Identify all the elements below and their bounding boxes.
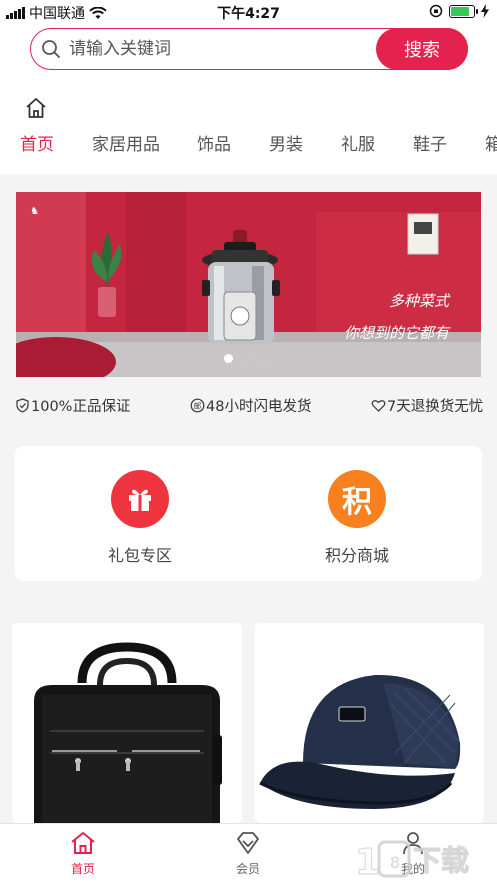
search-button[interactable]: 搜索	[376, 27, 468, 70]
banner-slogan-1: 多种菜式	[388, 292, 449, 310]
guarantee-shipping: 邮 48小时闪电发货	[190, 395, 311, 416]
product-card[interactable]	[12, 623, 242, 823]
tab-shoes[interactable]: 鞋子	[413, 130, 447, 154]
banner-dot[interactable]	[224, 354, 233, 363]
banner-slogan-2: 你想到的它都有	[343, 324, 449, 342]
tabbar-member[interactable]: 会员	[208, 830, 288, 877]
diamond-icon	[237, 832, 259, 854]
header: 搜索 首页 家居用品 饰品 男装 礼服 鞋子 箱	[0, 24, 497, 174]
guarantee-label: 7天退换货无忧	[387, 399, 484, 415]
points-mall-entry[interactable]: 积 积分商城	[287, 470, 427, 566]
status-right	[429, 4, 489, 18]
status-bar: 中国联通 下午4:27	[0, 0, 497, 24]
svg-text:1: 1	[355, 842, 380, 882]
search-bar: 搜索	[30, 27, 468, 70]
banner-dot[interactable]	[260, 354, 269, 363]
tab-menswear[interactable]: 男装	[269, 130, 303, 154]
tab-bags[interactable]: 箱	[485, 130, 497, 154]
tab-home[interactable]: 首页	[20, 130, 54, 154]
tab-household[interactable]: 家居用品	[92, 130, 160, 154]
product-image-briefcase	[12, 623, 242, 823]
tab-formalwear[interactable]: 礼服	[341, 130, 375, 154]
gift-pack-entry[interactable]: 礼包专区	[70, 470, 210, 566]
guarantee-label: 100%正品保证	[31, 399, 131, 415]
search-input[interactable]	[69, 35, 369, 63]
gift-pack-label: 礼包专区	[107, 546, 172, 565]
svg-text:邮: 邮	[194, 400, 202, 410]
guarantee-returns: 7天退换货无忧	[371, 395, 483, 416]
banner-pagination	[224, 354, 269, 363]
mail-badge-icon: 邮	[190, 398, 205, 413]
product-image-cap	[255, 623, 484, 823]
category-tabs: 首页 家居用品 饰品 男装 礼服 鞋子 箱	[0, 130, 497, 154]
banner-dot[interactable]	[242, 354, 251, 363]
shield-check-icon	[16, 398, 29, 413]
battery-icon	[449, 4, 478, 18]
guarantee-authentic: 100%正品保证	[15, 395, 130, 416]
tab-accessories[interactable]: 饰品	[197, 130, 231, 154]
guarantee-label: 48小时闪电发货	[206, 399, 312, 415]
status-time: 下午4:27	[217, 6, 280, 22]
promo-banner[interactable]: ♞ 多种菜式 你想到的它都有	[16, 192, 481, 377]
service-guarantees: 100%正品保证 邮 48小时闪电发货 7天退换货无忧	[0, 393, 497, 417]
charging-icon	[481, 4, 489, 18]
watermark-logo: 1 8 下载	[355, 840, 470, 882]
tabbar-home-label: 首页	[70, 862, 95, 876]
search-icon	[42, 40, 60, 58]
points-mall-label: 积分商城	[324, 546, 389, 565]
svg-text:♞: ♞	[30, 206, 39, 217]
points-icon: 积	[328, 470, 386, 528]
watermark-text: 下载	[413, 844, 469, 877]
heart-icon	[371, 400, 386, 412]
home-icon	[71, 832, 95, 854]
tabbar-home[interactable]: 首页	[43, 830, 123, 877]
svg-text:8: 8	[390, 853, 400, 872]
tabbar-member-label: 会员	[235, 862, 260, 876]
home-icon[interactable]	[24, 96, 48, 120]
orientation-lock-icon	[429, 4, 443, 18]
gift-icon	[111, 470, 169, 528]
banner-image: ♞	[16, 192, 481, 377]
product-card[interactable]	[255, 623, 484, 823]
feature-entries: 礼包专区 积 积分商城	[15, 446, 482, 581]
